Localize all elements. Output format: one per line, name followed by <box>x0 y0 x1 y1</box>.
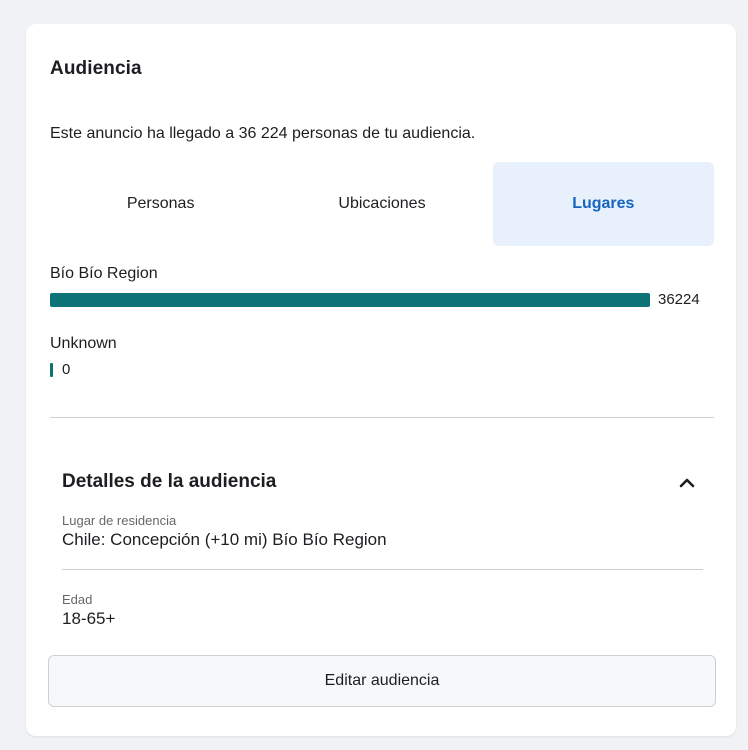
residence-field: Lugar de residencia Chile: Concepción (+… <box>62 513 387 550</box>
audience-title: Audiencia <box>50 58 142 79</box>
place-label: Bío Bío Region <box>50 265 158 282</box>
tab-lugares[interactable]: Lugares <box>492 162 714 246</box>
place-value: 0 <box>62 361 71 378</box>
place-bar-fill <box>50 292 650 307</box>
audience-tabs: Personas Ubicaciones Lugares <box>50 162 714 246</box>
residence-value: Chile: Concepción (+10 mi) Bío Bío Regio… <box>62 530 387 549</box>
age-field: Edad 18-65+ <box>62 592 115 629</box>
residence-label: Lugar de residencia <box>62 513 177 528</box>
details-title: Detalles de la audiencia <box>62 471 277 492</box>
section-divider <box>50 417 714 418</box>
audience-card: Audiencia Este anuncio ha llegado a 36 2… <box>26 24 736 736</box>
edit-audience-button[interactable]: Editar audiencia <box>48 655 716 707</box>
place-bar-track <box>50 292 650 307</box>
place-stat-bio-bio: Bío Bío Region 36224 <box>50 265 700 308</box>
place-bar-row: 0 <box>50 361 117 378</box>
tab-ubicaciones[interactable]: Ubicaciones <box>271 162 492 246</box>
place-stat-unknown: Unknown 0 <box>50 335 117 378</box>
place-bar-track <box>50 362 54 377</box>
place-bar-fill <box>50 362 53 377</box>
place-label: Unknown <box>50 335 117 352</box>
chevron-up-icon[interactable] <box>676 472 698 494</box>
reach-summary: Este anuncio ha llegado a 36 224 persona… <box>50 125 476 142</box>
place-value: 36224 <box>658 291 700 308</box>
age-label: Edad <box>62 592 93 607</box>
field-divider <box>62 569 703 570</box>
age-value: 18-65+ <box>62 609 116 628</box>
tab-personas[interactable]: Personas <box>50 162 271 246</box>
place-bar-row: 36224 <box>50 291 700 308</box>
